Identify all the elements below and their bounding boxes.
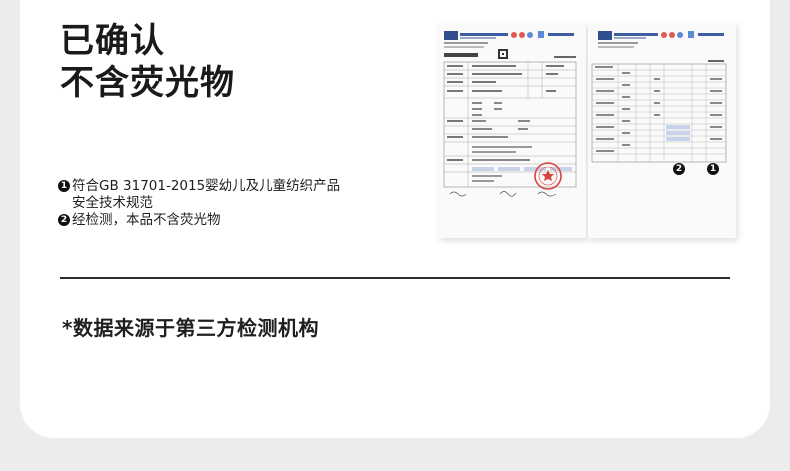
number-1-icon: 1 [58,180,70,192]
feature-point-2-text: 经检测，本品不含荧光物 [72,212,221,228]
test-report-page-1 [438,22,586,238]
test-report-2-image [591,31,727,163]
title-line-1: 已确认 [60,21,165,61]
feature-point-1: 1 符合GB 31701-2015婴幼儿及儿童纺织产品 安全技术规范 [58,178,340,212]
feature-point-1-text: 符合GB 31701-2015婴幼儿及儿童纺织产品 安全技术规范 [72,178,341,211]
source-note: *数据来源于第三方检测机构 [62,316,319,340]
test-report-1-image [443,31,577,197]
feature-point-2: 2 经检测，本品不含荧光物 [58,212,340,229]
report-marker-2-icon: 2 [673,163,685,175]
title-line-2: 不含荧光物 [60,63,235,103]
report-marker-1-icon: 1 [707,163,719,175]
number-2-icon: 2 [58,214,70,226]
test-report-page-2 [588,22,736,238]
page-title: 已确认 不含荧光物 [60,20,235,104]
section-divider [60,277,730,279]
feature-points: 1 符合GB 31701-2015婴幼儿及儿童纺织产品 安全技术规范 2 经检测… [58,178,340,229]
